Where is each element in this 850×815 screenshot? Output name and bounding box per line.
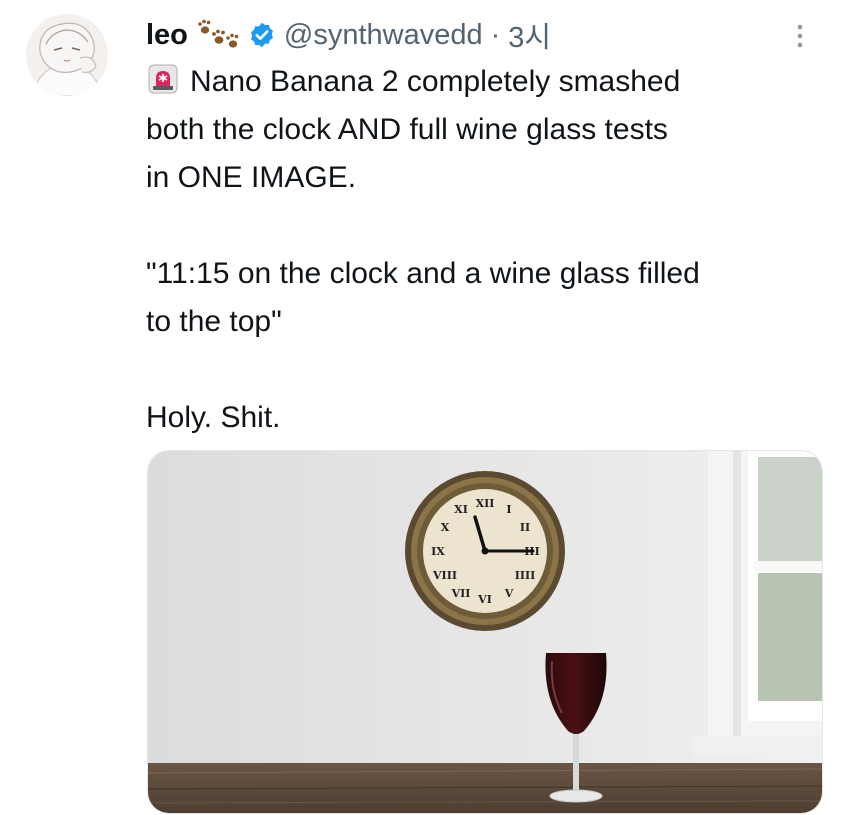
generated-photo: XII I II III IIII V VI VII VIII IX X XI xyxy=(148,451,822,813)
window xyxy=(693,451,822,754)
paw-prints-icon xyxy=(195,18,243,52)
author-handle[interactable]: @synthwavedd xyxy=(284,19,483,52)
tweet-line xyxy=(146,346,836,394)
svg-text:V: V xyxy=(504,587,514,600)
svg-text:II: II xyxy=(520,521,530,534)
svg-text:IX: IX xyxy=(431,545,445,558)
svg-text:IIII: IIII xyxy=(515,569,536,582)
display-name[interactable]: leo xyxy=(146,19,188,52)
tweet-line: "11:15 on the clock and a wine glass fil… xyxy=(146,257,700,290)
avatar-image xyxy=(26,14,108,96)
tweet-line: Nano Banana 2 completely smashed xyxy=(146,58,836,106)
tweet-media-image[interactable]: XII I II III IIII V VI VII VIII IX X XI xyxy=(147,450,823,814)
wooden-table xyxy=(148,763,822,813)
verified-badge-icon[interactable] xyxy=(248,21,276,49)
svg-text:I: I xyxy=(506,503,511,516)
svg-text:VI: VI xyxy=(477,593,492,606)
svg-text:VII: VII xyxy=(451,587,471,600)
timestamp[interactable]: 3시 xyxy=(508,14,551,56)
tweet-line xyxy=(146,202,836,250)
header-separator: · xyxy=(490,18,501,51)
svg-text:XI: XI xyxy=(454,503,468,516)
tweet-text: Nano Banana 2 completely smashed both th… xyxy=(146,58,836,442)
tweet-line: to the top" xyxy=(146,305,282,338)
svg-text:XII: XII xyxy=(476,497,495,510)
wall-clock: XII I II III IIII V VI VII VIII IX X XI xyxy=(405,471,565,631)
tweet-header: leo @synthwavedd · 3시 xyxy=(146,12,551,58)
tweet-line: Holy. Shit. xyxy=(146,401,281,434)
svg-text:X: X xyxy=(441,521,450,534)
avatar[interactable] xyxy=(26,14,108,96)
tweet-line: both the clock AND full wine glass tests xyxy=(146,113,668,146)
more-options-icon[interactable] xyxy=(790,22,810,52)
tweet-line: in ONE IMAGE. xyxy=(146,161,357,194)
siren-icon xyxy=(146,62,180,111)
svg-text:VIII: VIII xyxy=(432,569,457,582)
